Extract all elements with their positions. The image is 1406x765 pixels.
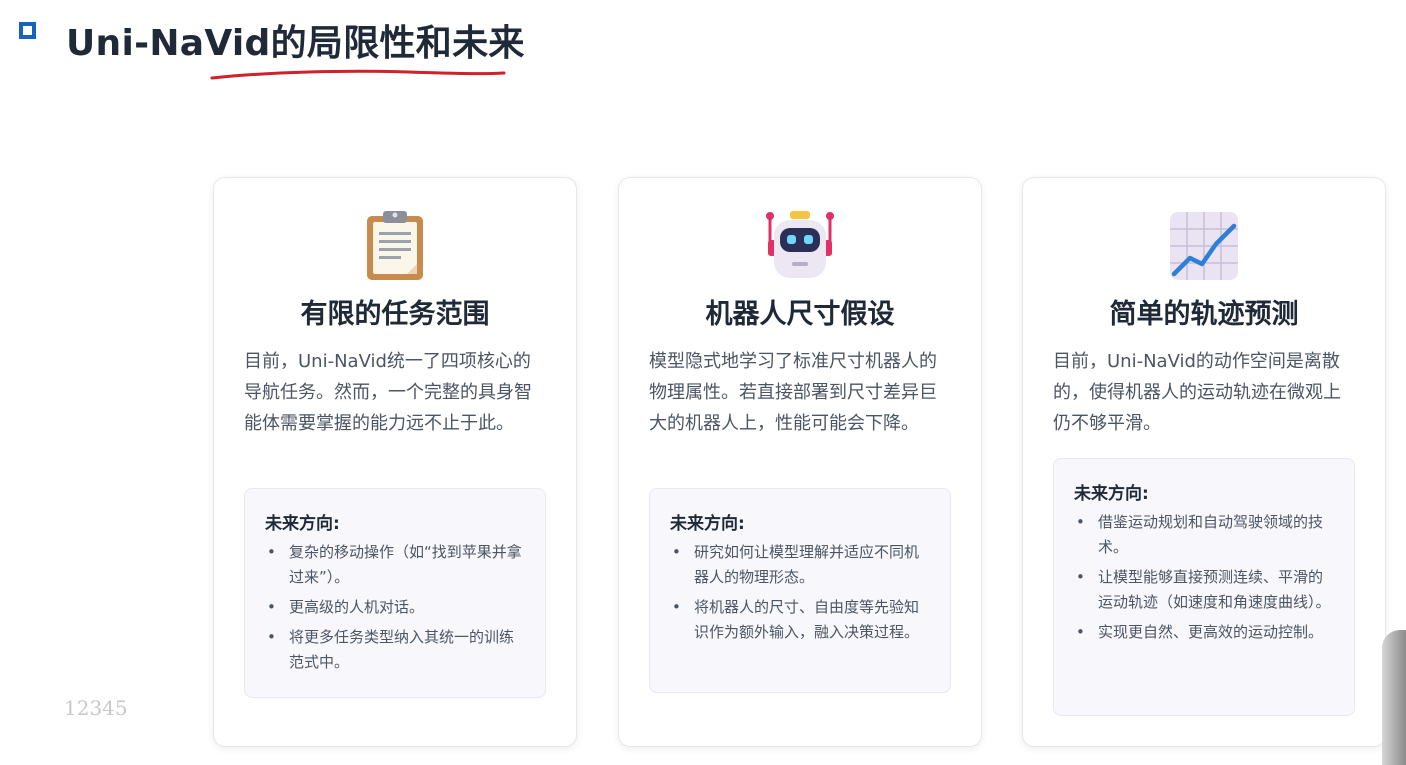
- list-item: 复杂的移动操作（如“找到苹果并拿过来”）。: [265, 540, 525, 590]
- list-item: 将机器人的尺寸、自由度等先验知识作为额外输入，融入决策过程。: [670, 595, 930, 645]
- webcam-overlay: [1382, 630, 1406, 765]
- card-description: 目前，Uni-NaVid统一了四项核心的导航任务。然而，一个完整的具身智能体需要…: [244, 351, 532, 434]
- card-trajectory: 简单的轨迹预测 目前，Uni-NaVid的动作空间是离散的，使得机器人的运动轨迹…: [1022, 177, 1386, 747]
- future-heading: 未来方向:: [1074, 484, 1149, 504]
- handwritten-underline: [210, 69, 506, 80]
- list-item: 实现更自然、更高效的运动控制。: [1074, 620, 1334, 645]
- list-item: 将更多任务类型纳入其统一的训练范式中。: [265, 625, 525, 675]
- future-direction-box: 未来方向: 借鉴运动规划和自动驾驶领域的技术。 让模型能够直接预测连续、平滑的运…: [1053, 458, 1355, 716]
- future-list: 研究如何让模型理解并适应不同机器人的物理形态。 将机器人的尺寸、自由度等先验知识…: [670, 540, 930, 645]
- robot-icon: [766, 211, 834, 278]
- list-item: 借鉴运动规划和自动驾驶领域的技术。: [1074, 510, 1334, 560]
- list-item: 让模型能够直接预测连续、平滑的运动轨迹（如速度和角速度曲线）。: [1074, 565, 1334, 615]
- card-description: 目前，Uni-NaVid的动作空间是离散的，使得机器人的运动轨迹在微观上仍不够平…: [1053, 351, 1341, 434]
- future-heading: 未来方向:: [670, 514, 745, 534]
- list-item: 研究如何让模型理解并适应不同机器人的物理形态。: [670, 540, 930, 590]
- future-list: 复杂的移动操作（如“找到苹果并拿过来”）。 更高级的人机对话。 将更多任务类型纳…: [265, 540, 525, 675]
- chart-increasing-icon: [1170, 212, 1238, 280]
- card-robot-size: 机器人尺寸假设 模型隐式地学习了标准尺寸机器人的物理属性。若直接部署到尺寸差异巨…: [618, 177, 982, 747]
- future-heading: 未来方向:: [265, 514, 340, 534]
- future-direction-box: 未来方向: 研究如何让模型理解并适应不同机器人的物理形态。 将机器人的尺寸、自由…: [649, 488, 951, 693]
- clipboard-icon: [367, 211, 423, 280]
- slide-title: Uni-NaVid的局限性和未来: [66, 23, 525, 64]
- list-item: 更高级的人机对话。: [265, 595, 525, 620]
- card-title: 机器人尺寸假设: [705, 299, 895, 330]
- page-number: 12345: [64, 696, 128, 720]
- title-marker-icon: [19, 22, 36, 39]
- card-title: 简单的轨迹预测: [1109, 299, 1299, 330]
- future-list: 借鉴运动规划和自动驾驶领域的技术。 让模型能够直接预测连续、平滑的运动轨迹（如速…: [1074, 510, 1334, 645]
- card-description: 模型隐式地学习了标准尺寸机器人的物理属性。若直接部署到尺寸差异巨大的机器人上，性…: [649, 351, 937, 434]
- card-task-scope: 有限的任务范围 目前，Uni-NaVid统一了四项核心的导航任务。然而，一个完整…: [213, 177, 577, 747]
- card-title: 有限的任务范围: [300, 299, 490, 330]
- future-direction-box: 未来方向: 复杂的移动操作（如“找到苹果并拿过来”）。 更高级的人机对话。 将更…: [244, 488, 546, 698]
